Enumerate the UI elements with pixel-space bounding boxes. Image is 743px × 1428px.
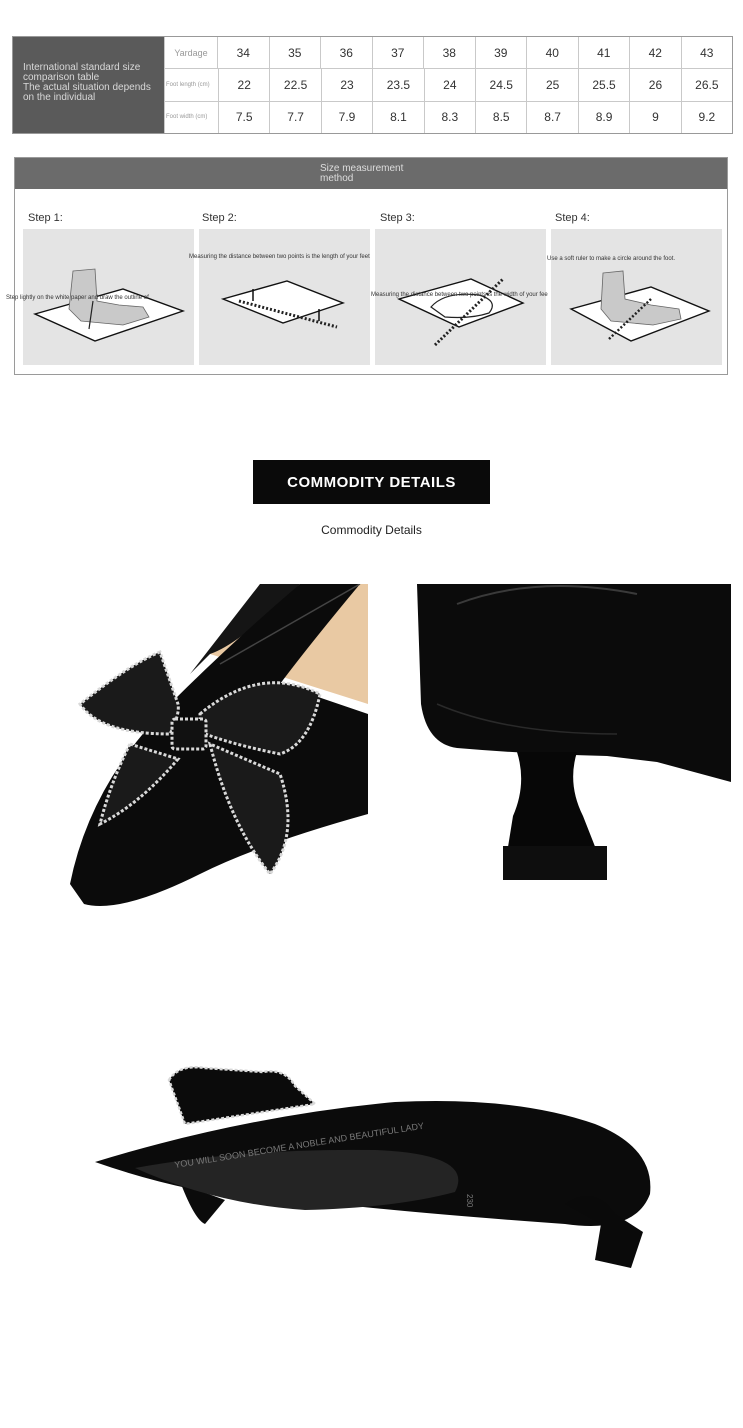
step-1-caption: Step lightly on the white paper and draw…	[6, 295, 149, 301]
step-1-label: Step 1:	[28, 212, 63, 224]
table-cell: 8.7	[526, 101, 577, 133]
table-cell: 43	[680, 37, 733, 69]
step-2-label: Step 2:	[202, 212, 237, 224]
table-cell: 26	[629, 69, 680, 101]
foot-width-row: Foot width (cm) 7.5 7.7 7.9 8.1 8.3 8.5 …	[164, 101, 732, 133]
step-1-illustration: Step lightly on the white paper and draw…	[6, 229, 194, 365]
table-cell: 7.7	[269, 101, 320, 133]
foot-length-row: Foot length (cm) 22 22.5 23 23.5 24 24.5…	[164, 69, 732, 102]
step-3-caption: Measuring the distance between two point…	[371, 292, 548, 298]
step-2-caption: Measuring the distance between two point…	[189, 254, 370, 260]
commodity-details-subtitle: Commodity Details	[321, 523, 422, 537]
table-cell: 22	[218, 69, 269, 101]
kitten-heel-closeup-photo	[417, 584, 731, 880]
measurement-title-line: method	[320, 173, 354, 184]
bow-toe-closeup-photo	[70, 584, 368, 906]
table-cell: 23	[320, 69, 372, 101]
row-label: Foot length (cm)	[164, 69, 218, 101]
measurement-method-title: Size measurement method	[15, 158, 727, 189]
step-3-illustration: Measuring the distance between two point…	[371, 229, 548, 365]
step-4-label: Step 4:	[555, 212, 590, 224]
table-cell: 7.5	[218, 101, 269, 133]
foot-length-ruler-icon	[220, 280, 346, 329]
table-cell: 22.5	[269, 69, 320, 101]
table-cell: 24	[423, 69, 475, 101]
table-cell: 9	[629, 101, 680, 133]
table-cell: 8.9	[577, 101, 629, 133]
measurement-method-panel: Size measurement method Step 1: Step 2: …	[6, 157, 728, 375]
table-cell: 8.5	[475, 101, 526, 133]
table-cell: 26.5	[680, 69, 732, 101]
table-cell: 39	[474, 37, 527, 69]
table-cell: 7.9	[320, 101, 372, 133]
commodity-details-banner: COMMODITY DETAILS	[253, 460, 490, 504]
table-cell: 24.5	[475, 69, 526, 101]
table-cell: 36	[320, 37, 372, 69]
foot-circumference-ruler-icon	[569, 270, 711, 342]
measurement-title-line: Size measurement	[320, 163, 404, 174]
row-label: Foot width (cm)	[164, 101, 218, 133]
yardage-row: Yardage 34 35 36 37 38 39 40 41 42 43	[164, 37, 733, 70]
step-4-illustration: Use a soft ruler to make a circle around…	[547, 229, 722, 365]
table-cell: 34	[217, 37, 269, 69]
row-label: Yardage	[164, 37, 217, 69]
table-cell: 25.5	[577, 69, 629, 101]
table-cell: 9.2	[680, 101, 732, 133]
size-comparison-table: International standard size comparison t…	[12, 36, 733, 134]
table-cell: 42	[629, 37, 681, 69]
size-table-header-line: on the individual	[23, 92, 96, 103]
table-cell: 37	[371, 37, 424, 69]
sole-size-text: 230	[465, 1194, 474, 1208]
table-cell: 8.3	[423, 101, 475, 133]
step-3-label: Step 3:	[380, 212, 415, 224]
size-table-header: International standard size comparison t…	[13, 37, 164, 133]
size-table-grid: Yardage 34 35 36 37 38 39 40 41 42 43 Fo…	[164, 37, 732, 133]
table-cell: 8.1	[372, 101, 423, 133]
table-cell: 35	[268, 37, 321, 69]
table-cell: 25	[526, 69, 577, 101]
table-cell: 40	[526, 37, 578, 69]
table-cell: 23.5	[372, 69, 423, 101]
table-cell: 38	[423, 37, 475, 69]
shoe-sole-photo: YOU WILL SOON BECOME A NOBLE AND BEAUTIF…	[95, 1066, 651, 1268]
step-2-illustration: Measuring the distance between two point…	[189, 229, 370, 365]
table-cell: 41	[577, 37, 630, 69]
step-4-caption: Use a soft ruler to make a circle around…	[547, 256, 676, 262]
